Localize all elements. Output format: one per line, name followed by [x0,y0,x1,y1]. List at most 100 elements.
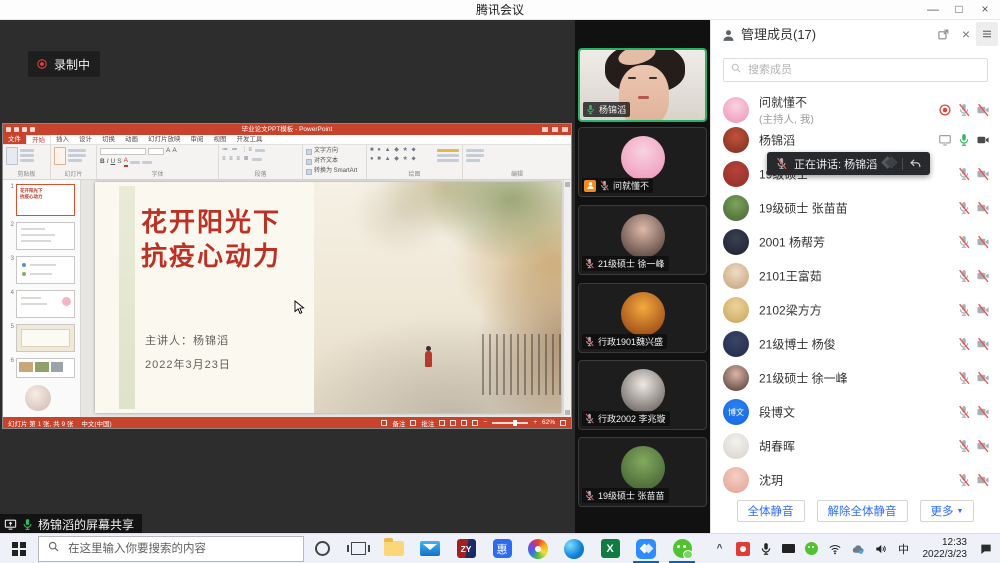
mic-off-icon[interactable] [957,473,971,487]
mic-off-icon[interactable] [957,405,971,419]
cam-off-icon[interactable] [976,405,990,419]
ppt-tab: 视图 [209,135,232,144]
maximize-button[interactable]: □ [946,0,972,20]
cloud-icon[interactable] [850,538,866,560]
speaker-icon[interactable] [873,538,889,560]
mic-off-icon[interactable] [957,103,971,117]
mic-off-icon[interactable] [957,371,971,385]
ppt-tab: 设计 [74,135,97,144]
mic-off-icon[interactable] [957,201,971,215]
ppt-canvas: 花开阳光下抗疫心动力 主讲人：杨锦滔 2022年3月23日 [81,180,563,417]
caret-down-icon: ▼ [957,508,964,515]
video-tile[interactable]: 杨锦滔 [578,48,707,122]
hui-app-button[interactable]: 惠 [484,534,520,563]
cam-off-icon[interactable] [976,167,990,181]
wifi-icon[interactable] [827,538,843,560]
video-tile[interactable]: 问就懂不 [578,127,707,197]
screen-icon[interactable] [938,133,952,147]
cam-on-icon[interactable] [976,133,990,147]
folder-icon [384,541,404,556]
member-row[interactable]: 2102梁方方 [711,293,1000,327]
tile-name-label: 19级硕士 张苗苗 [582,488,669,503]
hidden-icons-chevron[interactable]: ^ [712,538,728,560]
tencent-meeting-window: 腾讯会议 — □ × 录制中 毕业论文PPT模板 - PowerPoint 文件… [0,0,1000,563]
mic-off-icon [584,413,595,424]
member-row[interactable]: 博文段博文 [711,395,1000,429]
wechat-tray-icon[interactable] [804,538,820,560]
member-row[interactable]: 21级硕士 徐一峰 [711,361,1000,395]
member-row[interactable]: 2001 杨帮芳 [711,225,1000,259]
thumbnail-sticker-image [25,385,51,411]
task-view-button[interactable] [340,534,376,563]
taskbar-clock[interactable]: 12:33 2022/3/23 [919,537,972,561]
meeting-tray-icon[interactable] [735,538,751,560]
member-row[interactable]: 胡春晖 [711,429,1000,463]
video-tile[interactable]: 行政1901魏兴盛 [578,283,707,353]
cam-off-icon[interactable] [976,235,990,249]
taskbar-search-input[interactable] [66,542,295,556]
mail-app-button[interactable] [412,534,448,563]
meeting-app-button[interactable] [628,534,664,563]
tile-name-label: 行政2002 李兆璇 [582,411,670,426]
recording-badge[interactable]: 录制中 [28,51,100,77]
cam-off-icon[interactable] [976,269,990,283]
ppt-group-slides: 幻灯片 [51,145,97,179]
video-tile[interactable]: 21级硕士 徐一峰 [578,205,707,275]
edge-app-button[interactable] [556,534,592,563]
member-avatar [723,263,749,289]
wechat-icon [673,539,692,558]
cam-off-icon[interactable] [976,439,990,453]
mic-off-icon[interactable] [957,235,971,249]
member-row[interactable]: 21级博士 杨俊 [711,327,1000,361]
folder-app-button[interactable] [376,534,412,563]
notification-center-icon[interactable] [978,538,994,560]
record-icon[interactable] [938,103,952,117]
pinwheel-app-button[interactable] [520,534,556,563]
mic-off-icon [584,258,595,269]
mic-off-icon[interactable] [957,439,971,453]
mic-off-icon[interactable] [957,337,971,351]
cam-off-icon[interactable] [976,201,990,215]
close-button[interactable]: × [972,0,998,20]
member-name: 2001 杨帮芳 [759,234,825,251]
member-row[interactable]: 2101王富茹 [711,259,1000,293]
member-name: 2102梁方方 [759,302,822,319]
mute-all-button[interactable]: 全体静音 [737,500,805,522]
participant-avatar [621,136,665,180]
app-titlebar: 腾讯会议 — □ × [0,0,1000,20]
ppt-paragraph-buttons: 文字方向 对齐文本 转换为 SmartArt [303,145,367,179]
cortana-button[interactable] [304,534,340,563]
video-tile[interactable]: 行政2002 李兆璇 [578,360,707,430]
member-avatar [723,195,749,221]
ppt-status-bar: 幻灯片 第 1 张, 共 9 张 中文(中国) 备注 批注 62% [3,417,571,428]
taskbar-search-box[interactable] [38,536,304,562]
mic-off-icon[interactable] [957,269,971,283]
mic-off-icon[interactable] [957,167,971,181]
excel-app-button[interactable]: X [592,534,628,563]
member-avatar [723,365,749,391]
ime-indicator[interactable]: 中 [896,538,912,560]
mic-off-icon[interactable] [957,303,971,317]
tile-name-label: 21级硕士 徐一峰 [582,256,669,271]
wechat-app-button[interactable] [664,534,700,563]
zy-app-button[interactable]: ZY [448,534,484,563]
video-tile[interactable]: 19级硕士 张苗苗 [578,437,707,507]
cam-off-icon[interactable] [976,303,990,317]
minimize-button[interactable]: — [920,0,946,20]
mic-off-icon [599,180,610,191]
microphone-tray-icon[interactable] [758,538,774,560]
underline-icon: U [111,158,116,166]
screen-tray-icon[interactable] [781,538,797,560]
start-button[interactable] [0,534,38,563]
unmute-all-button[interactable]: 解除全体静音 [817,500,908,522]
member-row[interactable]: 19级硕士 张苗苗 [711,191,1000,225]
cam-off-icon[interactable] [976,103,990,117]
member-row[interactable]: 沈玥 [711,463,1000,497]
mic-on-icon[interactable] [957,133,971,147]
cam-off-icon[interactable] [976,337,990,351]
cam-off-icon[interactable] [976,473,990,487]
restore-toast-icon[interactable] [909,157,922,170]
more-button[interactable]: 更多▼ [920,500,975,522]
member-avatar [723,127,749,153]
cam-off-icon[interactable] [976,371,990,385]
